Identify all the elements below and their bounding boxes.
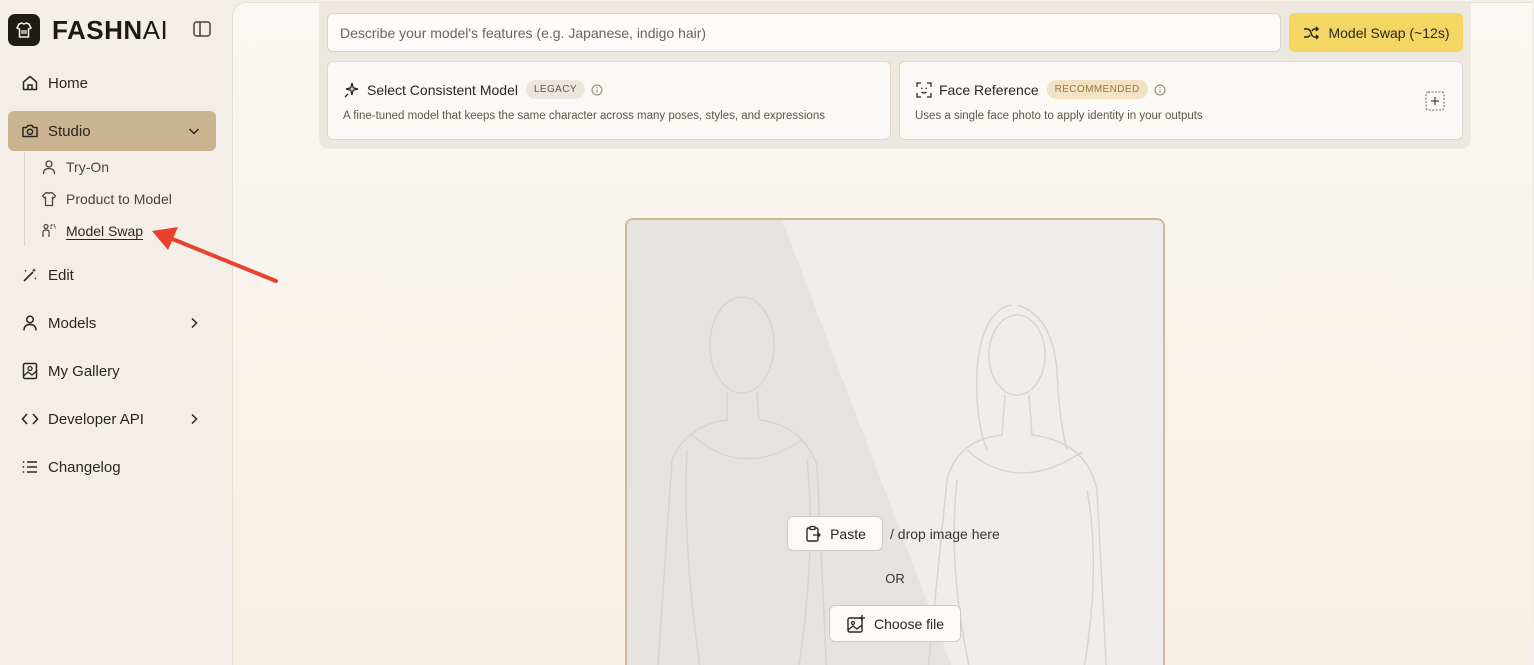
sidebar-item-label: Changelog (48, 458, 121, 476)
model-swap-button[interactable]: Model Swap (~12s) (1289, 13, 1463, 52)
sidebar-item-label: Developer API (48, 410, 144, 428)
image-upload-dropzone[interactable]: Paste / drop image here OR Choose file (625, 218, 1165, 665)
sidebar-subitem-product-to-model[interactable]: Product to Model (40, 185, 172, 213)
card-title: Face Reference RECOMMENDED (915, 80, 1166, 99)
camera-icon (20, 121, 40, 141)
home-icon (20, 73, 40, 93)
sidebar-item-label: Home (48, 74, 89, 92)
main-panel: Model Swap (~12s) Select Consistent Mode… (232, 2, 1532, 665)
list-icon (20, 457, 40, 477)
person-icon (40, 158, 58, 176)
sidebar: FASHNAI Home Studio Try-On Product to Mo… (0, 0, 232, 665)
card-description: A fine-tuned model that keeps the same c… (343, 110, 825, 122)
brand-name: FASHNAI (52, 15, 168, 46)
sidebar-item-home[interactable]: Home (8, 63, 216, 103)
choose-file-button[interactable]: Choose file (829, 605, 961, 642)
sidebar-subitem-try-on[interactable]: Try-On (40, 153, 109, 181)
chevron-right-icon[interactable] (186, 411, 202, 427)
chevron-right-icon[interactable] (186, 315, 202, 331)
sidebar-item-developer-api[interactable]: Developer API (8, 399, 216, 439)
or-separator: OR (885, 571, 905, 586)
shuffle-icon (1304, 25, 1320, 40)
sidebar-item-models[interactable]: Models (8, 303, 216, 343)
swap-model-icon (40, 222, 58, 240)
paste-button[interactable]: Paste (787, 516, 883, 551)
consistent-model-card[interactable]: Select Consistent Model LEGACY A fine-tu… (327, 61, 891, 140)
brand-name-bold: FASHN (52, 14, 143, 45)
card-title-text: Face Reference (939, 81, 1039, 98)
prompt-panel: Model Swap (~12s) Select Consistent Mode… (319, 3, 1471, 149)
submenu-divider (24, 152, 25, 246)
sidebar-subitem-model-swap[interactable]: Model Swap (40, 217, 143, 245)
example-image-illustration (627, 220, 1163, 665)
sidebar-item-label: Studio (48, 122, 91, 140)
face-scan-icon (916, 81, 932, 98)
sidebar-item-changelog[interactable]: Changelog (8, 447, 216, 487)
brand[interactable]: FASHNAI (8, 14, 168, 46)
user-icon (20, 313, 40, 333)
info-icon[interactable] (591, 84, 603, 96)
sparkle-swap-icon (344, 82, 359, 97)
model-description-input[interactable] (327, 13, 1281, 52)
sidebar-item-label: Edit (48, 266, 74, 284)
sidebar-subitem-label: Try-On (66, 159, 110, 175)
annotation-arrow (152, 227, 278, 283)
clipboard-icon (806, 525, 822, 542)
info-icon[interactable] (1154, 84, 1166, 96)
card-title-text: Select Consistent Model (367, 81, 518, 98)
chevron-down-icon[interactable] (186, 123, 202, 139)
brand-name-thin: AI (142, 14, 169, 45)
recommended-badge: RECOMMENDED (1046, 80, 1148, 99)
choose-file-label: Choose file (873, 615, 945, 632)
code-icon (20, 409, 40, 429)
magic-wand-icon (20, 265, 40, 285)
sidebar-item-studio[interactable]: Studio (8, 111, 216, 151)
gallery-icon (20, 361, 40, 381)
shirt-icon (40, 190, 58, 208)
sidebar-item-label: Models (48, 314, 97, 332)
model-swap-label: Model Swap (~12s) (1328, 24, 1450, 41)
card-description: Uses a single face photo to apply identi… (915, 110, 1203, 122)
paste-label: Paste (830, 525, 866, 542)
sidebar-toggle-icon[interactable] (192, 19, 212, 39)
legacy-badge: LEGACY (525, 80, 585, 99)
logo-icon (8, 14, 40, 46)
image-add-icon (847, 614, 865, 633)
add-face-icon[interactable] (1425, 91, 1445, 111)
sidebar-item-gallery[interactable]: My Gallery (8, 351, 216, 391)
sidebar-item-label: My Gallery (48, 362, 120, 380)
face-reference-card[interactable]: Face Reference RECOMMENDED Uses a single… (899, 61, 1463, 140)
card-title: Select Consistent Model LEGACY (343, 80, 603, 99)
sidebar-subitem-label: Product to Model (66, 191, 172, 207)
sidebar-subitem-label: Model Swap (66, 223, 144, 239)
drop-hint: / drop image here (890, 526, 1000, 542)
